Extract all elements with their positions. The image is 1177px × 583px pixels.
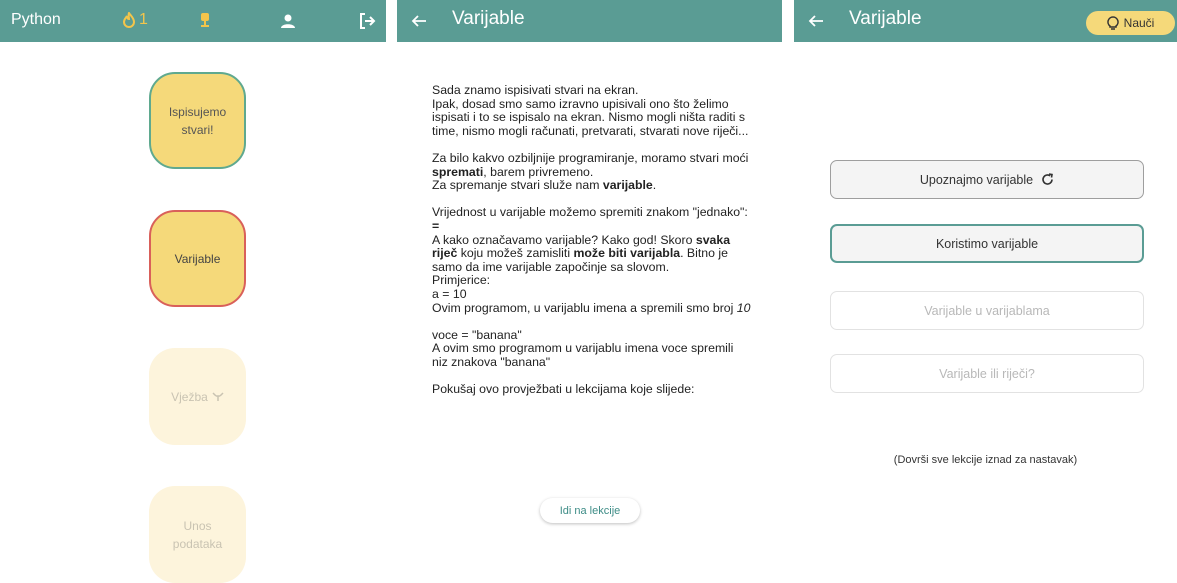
learn-button[interactable]: Nauči: [1086, 11, 1175, 35]
bold-term: spremati: [432, 164, 484, 179]
text-line: Vrijednost u varijable možemo spremiti z…: [432, 205, 748, 220]
top-bar: Varijable: [397, 0, 782, 42]
dumbbell-icon: [212, 391, 224, 402]
lesson-node-label: Varijable: [174, 251, 221, 266]
lesson-label: Upoznajmo varijable: [919, 172, 1034, 187]
lesson-list-panel: Varijable Nauči Upoznajmo varijable Kori…: [794, 0, 1177, 583]
text-line: A ovim smo programom u varijablu imena v…: [432, 341, 734, 369]
logout-icon[interactable]: [356, 10, 378, 32]
course-map-panel: Python 1 Ispisujemo stvari! Varijable Vj…: [0, 0, 386, 583]
trophy-icon[interactable]: [194, 10, 216, 32]
learn-button-label: Nauči: [1123, 16, 1155, 30]
lesson-node-label: Vježba: [171, 389, 208, 404]
bold-term: =: [432, 218, 440, 233]
text-line: , barem privremeno.: [483, 164, 594, 179]
app-name: Python: [11, 11, 61, 28]
profile-icon[interactable]: [277, 10, 299, 32]
lesson-intro-panel: Varijable Sada znamo ispisivati stvari n…: [397, 0, 782, 583]
code-line: a = 10: [432, 286, 467, 301]
lesson-koristimo-varijable[interactable]: Koristimo varijable: [830, 224, 1144, 263]
lesson-node-label: Ispisujemo stvari!: [168, 104, 227, 137]
bold-term: varijable: [602, 178, 653, 193]
text-line: .: [652, 178, 657, 193]
text-line: Za spremanje stvari služe nam: [432, 178, 603, 193]
top-bar: Python 1: [0, 0, 386, 42]
completion-hint: (Dovrši sve lekcije iznad za nastavak): [893, 454, 1078, 466]
text-line: koju možeš zamisliti: [457, 246, 574, 261]
lesson-node-varijable[interactable]: Varijable: [149, 210, 246, 307]
lesson-label: Varijable u varijablama: [924, 303, 1050, 318]
refresh-icon: [1041, 173, 1054, 186]
lesson-upoznajmo-varijable[interactable]: Upoznajmo varijable: [830, 160, 1144, 199]
text-line: Za bilo kakvo ozbiljnije programiranje, …: [432, 150, 749, 165]
italic-value: 10: [736, 300, 751, 315]
go-to-lessons-button[interactable]: Idi na lekcije: [540, 498, 640, 523]
page-title: Varijable: [849, 8, 922, 29]
lesson-node-vjezba[interactable]: Vježba: [149, 348, 246, 445]
back-arrow-icon[interactable]: [409, 11, 429, 31]
text-line: Ovim programom, u varijablu imena a spre…: [432, 300, 737, 315]
lesson-label: Koristimo varijable: [935, 236, 1039, 251]
code-line: voce = "banana": [432, 327, 522, 342]
lesson-varijable-u-varijablama[interactable]: Varijable u varijablama: [830, 291, 1144, 330]
fire-icon: [122, 12, 136, 28]
lesson-text: Sada znamo ispisivati stvari na ekran. I…: [432, 83, 752, 410]
text-line: Sada znamo ispisivati stvari na ekran.: [432, 83, 639, 97]
text-line: A kako označavamo varijable? Kako god! S…: [432, 232, 696, 247]
streak-count: 1: [139, 11, 148, 28]
text-line: Primjerice:: [432, 273, 491, 288]
text-line: Pokušaj ovo provježbati u lekcijama koje…: [432, 382, 695, 397]
lesson-node-ispisujemo[interactable]: Ispisujemo stvari!: [149, 72, 246, 169]
lightbulb-icon: [1106, 15, 1119, 31]
page-title: Varijable: [452, 8, 525, 29]
lesson-node-unos-podataka[interactable]: Unos podataka: [149, 486, 246, 583]
lesson-node-label: Unos podataka: [172, 518, 223, 551]
back-arrow-icon[interactable]: [806, 11, 826, 31]
top-bar: Varijable Nauči: [794, 0, 1177, 42]
bold-term: može biti varijabla: [573, 246, 681, 261]
lesson-varijable-ili-rijeci[interactable]: Varijable ili riječi?: [830, 354, 1144, 393]
text-line: Ipak, dosad smo samo izravno upisivali o…: [432, 96, 749, 138]
lesson-label: Varijable ili riječi?: [939, 366, 1035, 381]
streak-counter[interactable]: 1: [122, 11, 148, 29]
